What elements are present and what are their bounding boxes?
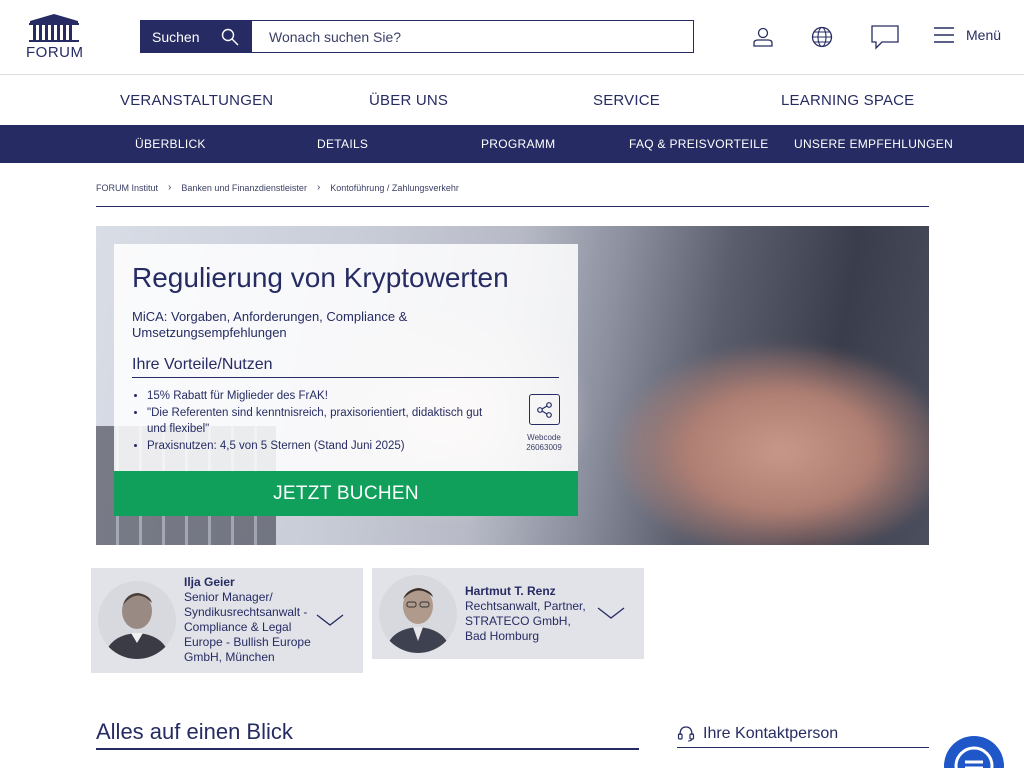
speaker-name: Ilja Geier	[184, 575, 235, 589]
speaker-description: Senior Manager/ Syndikusrechtsanwalt - C…	[184, 590, 311, 664]
benefits-heading: Ihre Vorteile/Nutzen	[132, 356, 273, 373]
nav-learning-space[interactable]: LEARNING SPACE	[781, 92, 914, 109]
menu-button[interactable]: Menü	[934, 26, 1001, 44]
book-now-button[interactable]: JETZT BUCHEN	[114, 471, 578, 516]
speaker-card[interactable]: Ilja Geier Senior Manager/ Syndikusrecht…	[91, 568, 363, 673]
building-icon	[29, 14, 79, 42]
menu-label: Menü	[966, 27, 1002, 43]
breadcrumb-item[interactable]: Kontoführung / Zahlungsverkehr	[330, 183, 459, 193]
speaker-avatar	[379, 575, 457, 653]
overview-heading: Alles auf einen Blick	[96, 719, 293, 744]
headset-icon	[677, 726, 695, 742]
benefits-divider	[132, 377, 559, 378]
search-button[interactable]: Suchen	[141, 21, 252, 52]
share-button[interactable]	[529, 394, 560, 425]
chevron-down-icon	[597, 607, 625, 619]
event-subtitle: MiCA: Vorgaben, Anforderungen, Complianc…	[132, 309, 408, 340]
overview-divider	[96, 748, 639, 750]
search-icon	[222, 28, 239, 45]
share-icon	[536, 401, 552, 418]
webcode: Webcode 26063009	[514, 433, 574, 453]
subnav-programm[interactable]: PROGRAMM	[481, 137, 555, 151]
event-title: Regulierung von Kryptowerten	[132, 262, 509, 293]
account-button[interactable]	[749, 23, 777, 51]
subnav-empfehlungen[interactable]: UNSERE EMPFEHLUNGEN	[794, 137, 953, 151]
breadcrumb: FORUM Institut › Banken und Finanzdienst…	[96, 182, 459, 193]
nav-veranstaltungen[interactable]: VERANSTALTUNGEN	[120, 92, 273, 109]
speaker-avatar	[98, 581, 176, 659]
webcode-value: 26063009	[526, 443, 562, 452]
hero-photo-hand	[616, 346, 929, 545]
chevron-right-icon: ›	[168, 182, 172, 193]
user-icon	[753, 27, 773, 47]
speaker-card[interactable]: Hartmut T. Renz Rechtsanwalt, Partner, S…	[372, 568, 644, 659]
contact-divider	[677, 747, 929, 748]
contact-heading: Ihre Kontaktperson	[677, 725, 838, 743]
nav-service[interactable]: SERVICE	[593, 92, 660, 109]
search-input[interactable]	[252, 21, 693, 52]
site-header: FORUM Suchen Wonach suchen Sie? Menü	[0, 0, 1024, 75]
contact-button[interactable]	[869, 23, 901, 51]
hamburger-icon	[934, 27, 954, 43]
benefits-list: 15% Rabatt für Miglieder des FrAK! "Die …	[147, 388, 487, 454]
subnav-details[interactable]: DETAILS	[317, 137, 368, 151]
nav-ueber-uns[interactable]: ÜBER UNS	[369, 92, 448, 109]
search-bar: Suchen	[140, 20, 694, 53]
speaker-name: Hartmut T. Renz	[465, 584, 556, 598]
breadcrumb-item[interactable]: Banken und Finanzdienstleister	[181, 183, 307, 193]
benefit-item: "Die Referenten sind kenntnisreich, prax…	[147, 405, 487, 438]
breadcrumb-item[interactable]: FORUM Institut	[96, 183, 158, 193]
chat-widget-button[interactable]	[944, 736, 1004, 768]
contact-heading-label: Ihre Kontaktperson	[703, 725, 839, 742]
benefit-item: 15% Rabatt für Miglieder des FrAK!	[147, 388, 487, 405]
breadcrumb-divider	[96, 206, 929, 207]
main-navigation: VERANSTALTUNGEN ÜBER UNS SERVICE LEARNIN…	[0, 75, 1024, 125]
search-button-label: Suchen	[152, 28, 200, 45]
chat-widget-icon	[954, 746, 994, 768]
sub-navigation: ÜBERBLICK DETAILS PROGRAMM FAQ & PREISVO…	[0, 125, 1024, 163]
chevron-right-icon: ›	[316, 182, 321, 193]
subnav-ueberblick[interactable]: ÜBERBLICK	[135, 137, 206, 151]
logo-text: FORUM	[26, 44, 84, 61]
webcode-label: Webcode	[527, 433, 561, 442]
forum-logo[interactable]: FORUM	[26, 12, 84, 61]
speaker-description: Rechtsanwalt, Partner, STRATECO GmbH, Ba…	[465, 599, 586, 643]
language-button[interactable]	[808, 23, 836, 51]
benefit-item: Praxisnutzen: 4,5 von 5 Sternen (Stand J…	[147, 438, 487, 455]
globe-icon	[811, 26, 833, 48]
chevron-down-icon	[316, 614, 344, 626]
subnav-faq-preisvorteile[interactable]: FAQ & PREISVORTEILE	[629, 137, 769, 151]
chat-bubble-icon	[871, 25, 899, 50]
